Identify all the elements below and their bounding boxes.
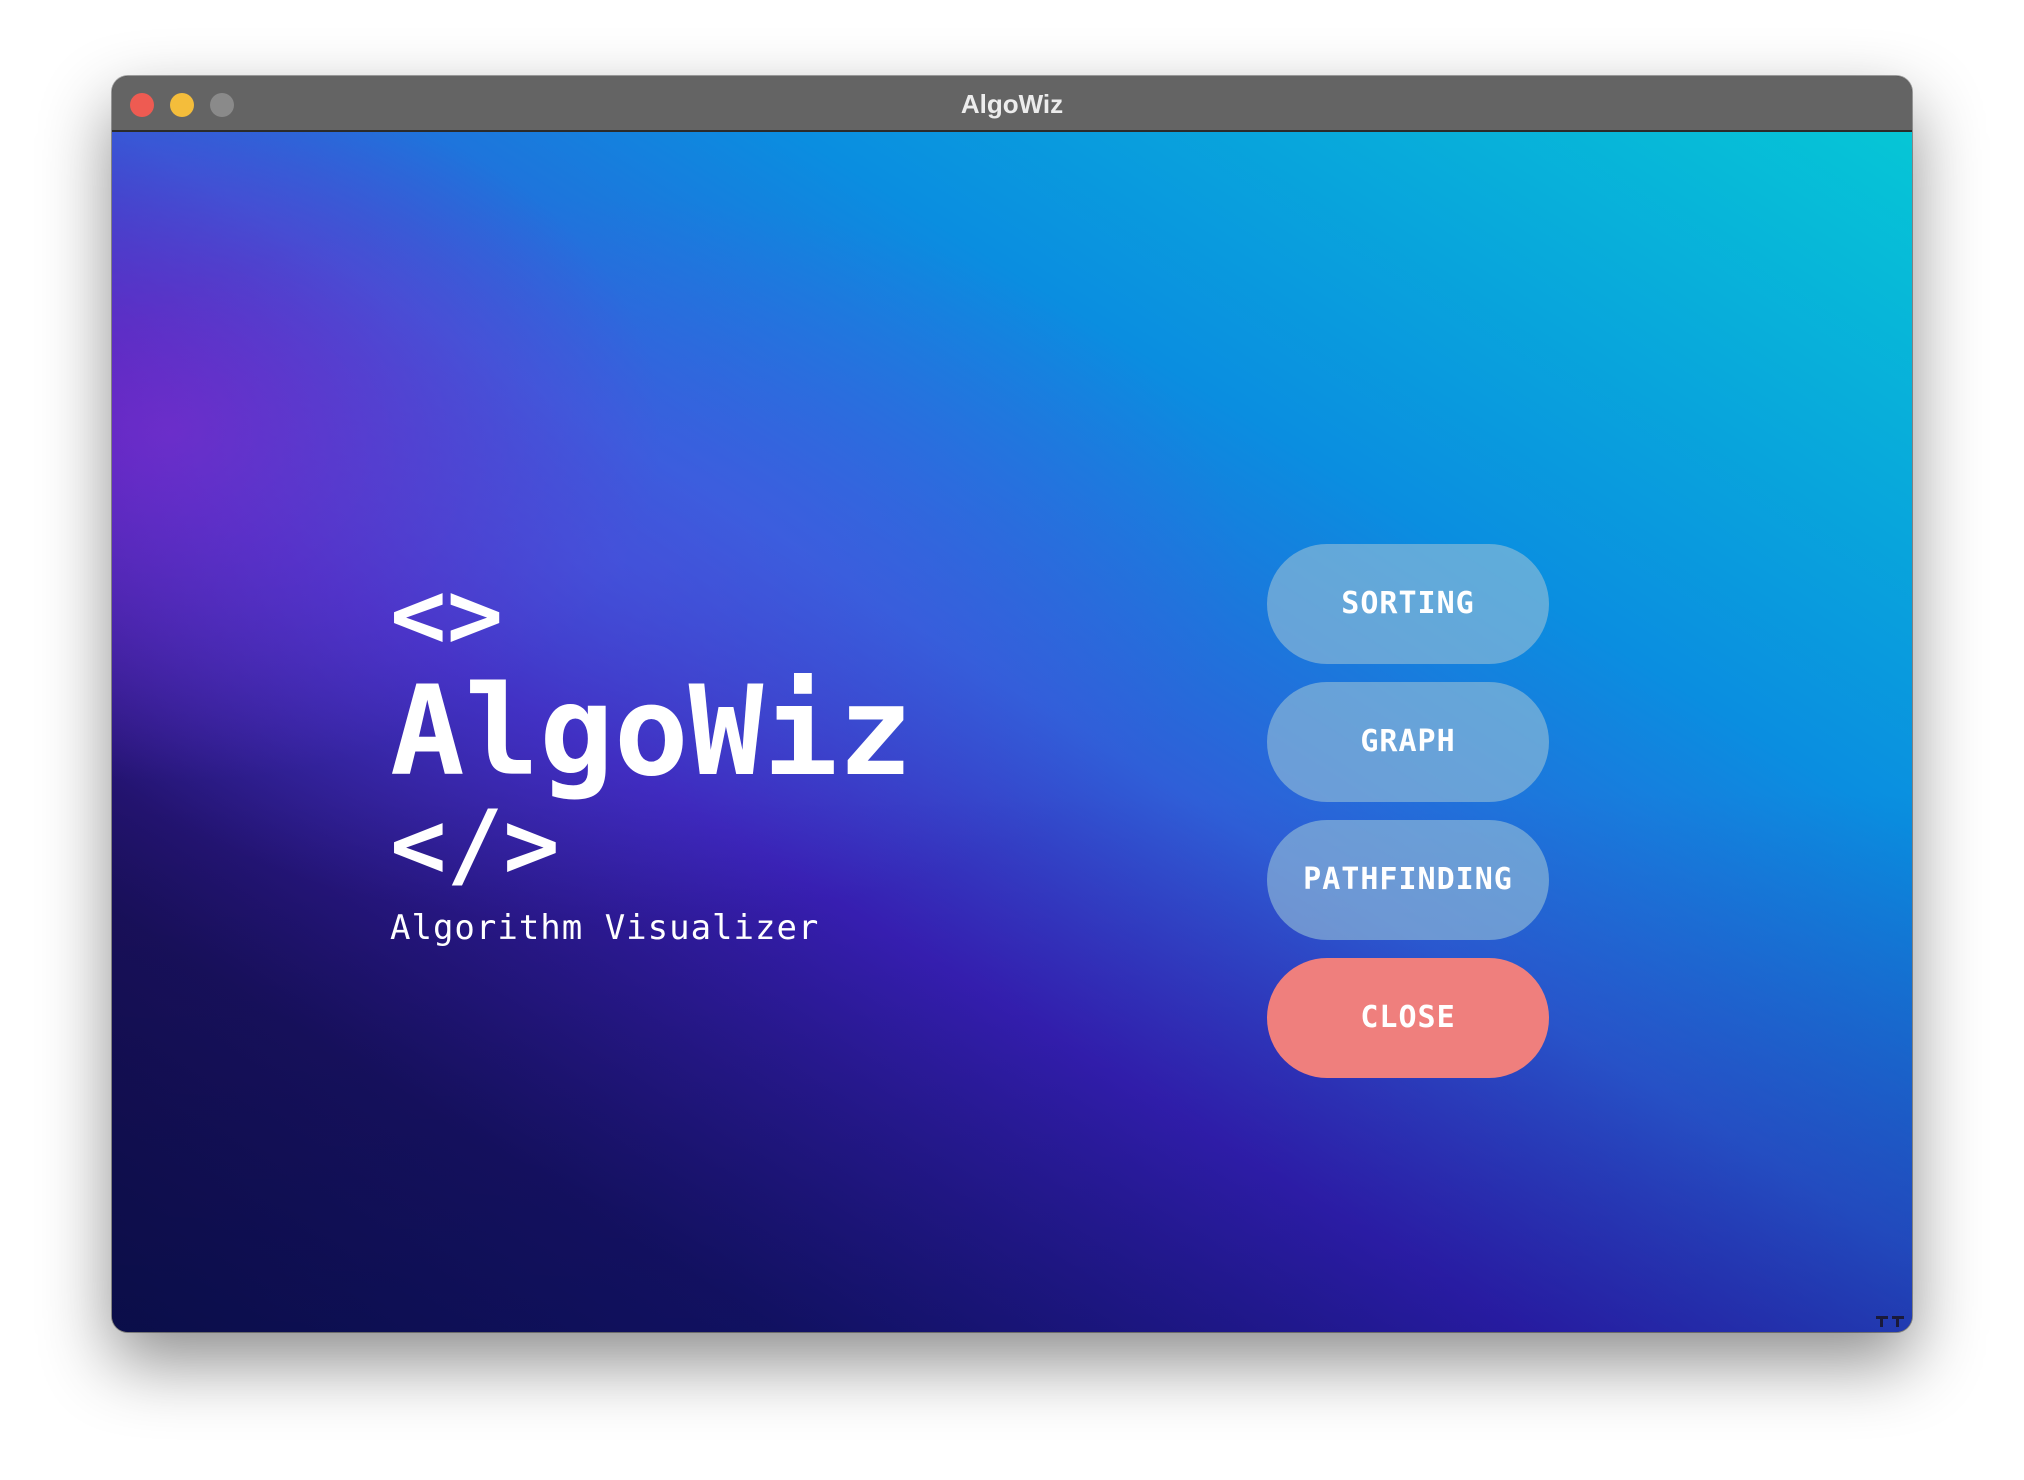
graph-button[interactable]: GRAPH: [1267, 682, 1549, 802]
main-menu: SORTING GRAPH PATHFINDING CLOSE: [1267, 544, 1549, 1096]
title-bar[interactable]: AlgoWiz: [112, 76, 1912, 132]
sorting-button[interactable]: SORTING: [1267, 544, 1549, 664]
main-content: <> AlgoWiz </> Algorithm Visualizer SORT…: [112, 132, 1912, 1332]
code-close-tag: </>: [390, 791, 560, 900]
app-window: AlgoWiz <> AlgoWiz </> Algorithm Visuali…: [112, 76, 1912, 1332]
window-title: AlgoWiz: [960, 89, 1064, 119]
brand-block: <> AlgoWiz </> Algorithm Visualizer: [390, 568, 913, 950]
close-button[interactable]: CLOSE: [1267, 958, 1549, 1078]
app-subtitle: Algorithm Visualizer: [390, 908, 820, 948]
pathfinding-button[interactable]: PATHFINDING: [1267, 820, 1549, 940]
resize-grip-icon[interactable]: [1874, 1314, 1908, 1328]
app-name-heading: AlgoWiz: [390, 660, 913, 804]
code-open-tag: <>: [390, 561, 504, 670]
